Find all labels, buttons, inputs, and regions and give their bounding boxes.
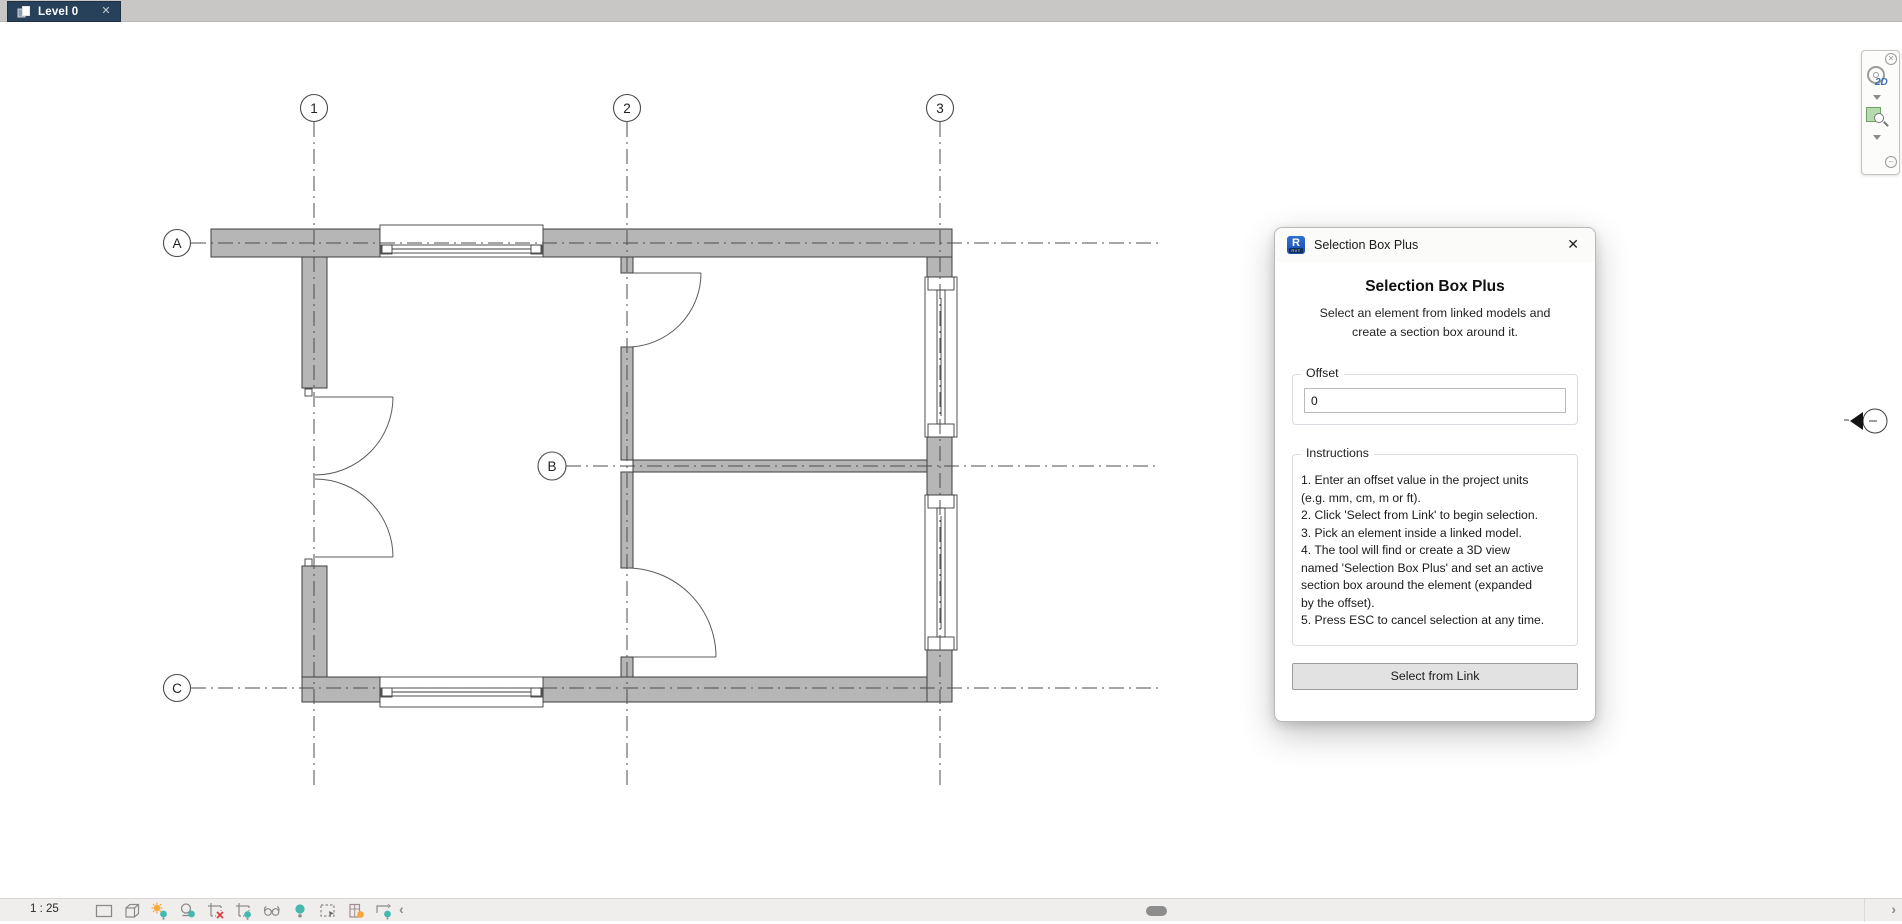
view-control-bar: 1 : 25 (0, 898, 1902, 921)
dialog-description: Select an element from linked models and… (1275, 304, 1595, 342)
navbar-options-icon[interactable]: – (1885, 156, 1897, 168)
sun-path-icon[interactable] (149, 900, 170, 921)
instruction-line: named 'Selection Box Plus' and set an ac… (1301, 560, 1569, 578)
description-line: Select an element from linked models and (1275, 304, 1595, 323)
reveal-hidden-elements-icon[interactable] (289, 900, 310, 921)
instruction-line: 1. Enter an offset value in the project … (1301, 472, 1569, 490)
bar-divider (1864, 899, 1865, 922)
floor-plan-icon (17, 5, 31, 19)
grid-bubbles[interactable]: 1 2 3 A B C (164, 95, 954, 702)
navigation-bar: ✕ 2D – (1861, 50, 1900, 175)
view-tab-bar: Level 0 ✕ (0, 0, 1902, 22)
instruction-line: by the offset). (1301, 595, 1569, 613)
instruction-line: 2. Click 'Select from Link' to begin sel… (1301, 507, 1569, 525)
grid-bubble-C: C (172, 681, 182, 696)
offset-input[interactable] (1304, 388, 1566, 413)
shadows-icon[interactable] (177, 900, 198, 921)
detail-level-icon[interactable] (93, 900, 114, 921)
grid-bubble-1: 1 (310, 101, 318, 116)
temporary-view-properties-icon[interactable] (317, 900, 338, 921)
close-navbar-icon[interactable]: ✕ (1885, 53, 1897, 65)
displacement-sets-icon[interactable] (373, 900, 394, 921)
dialog-title-bar[interactable]: R RVT Selection Box Plus ✕ (1275, 228, 1595, 262)
zoom-region-icon[interactable] (1866, 107, 1890, 131)
grid-bubble-A: A (172, 236, 181, 251)
tab-close-icon[interactable]: ✕ (101, 6, 110, 17)
instruction-line: 5. Press ESC to cancel selection at any … (1301, 612, 1569, 630)
view-control-icons (93, 900, 394, 921)
revit-icon: R RVT (1287, 236, 1305, 254)
instruction-line: 4. The tool will find or create a 3D vie… (1301, 542, 1569, 560)
scroll-right-icon[interactable]: › (1891, 901, 1896, 917)
wheel-2d-label: 2D (1875, 77, 1888, 88)
offset-label: Offset (1301, 366, 1344, 380)
description-line: create a section box around it. (1275, 323, 1595, 342)
magnifier-handle (1883, 121, 1889, 127)
chevron-down-icon[interactable] (1873, 95, 1881, 100)
steering-wheel-2d-icon[interactable]: 2D (1864, 65, 1890, 91)
instruction-line: 3. Pick an element inside a linked model… (1301, 525, 1569, 543)
crop-view-off-icon[interactable] (205, 900, 226, 921)
chevron-down-icon[interactable] (1873, 135, 1881, 140)
show-crop-region-icon[interactable] (233, 900, 254, 921)
temporary-hide-isolate-icon[interactable] (261, 900, 282, 921)
h-scrollbar-thumb[interactable] (1146, 906, 1167, 916)
dialog-title: Selection Box Plus (1314, 238, 1418, 252)
revit-window: Level 0 ✕ (0, 0, 1902, 924)
analytical-model-icon[interactable] (345, 900, 366, 921)
tab-label: Level 0 (38, 6, 78, 18)
view-scale[interactable]: 1 : 25 (30, 903, 59, 915)
instructions-groupbox: Instructions 1. Enter an offset value in… (1292, 454, 1578, 646)
grid-bubble-3: 3 (936, 101, 944, 116)
floor-plan-drawing: 1 2 3 A B C (0, 22, 1902, 898)
collapse-bar-icon[interactable]: ‹ (399, 901, 404, 917)
visual-style-icon[interactable] (121, 900, 142, 921)
dialog-close-icon[interactable]: ✕ (1567, 237, 1579, 251)
dialog-heading: Selection Box Plus (1275, 278, 1595, 296)
elevation-marker[interactable] (1844, 409, 1887, 433)
select-from-link-button[interactable]: Select from Link (1292, 663, 1578, 690)
grid-bubble-B: B (547, 459, 556, 474)
instructions-label: Instructions (1301, 446, 1374, 460)
selection-box-plus-dialog: R RVT Selection Box Plus ✕ Selection Box… (1274, 227, 1596, 722)
offset-groupbox: Offset (1292, 374, 1578, 425)
drawing-canvas[interactable]: 1 2 3 A B C ✕ (0, 22, 1902, 898)
grid-bubble-2: 2 (623, 101, 631, 116)
view-tab-level-0[interactable]: Level 0 ✕ (7, 1, 121, 22)
instruction-line: (e.g. mm, cm, m or ft). (1301, 490, 1569, 508)
instruction-line: section box around the element (expanded (1301, 577, 1569, 595)
